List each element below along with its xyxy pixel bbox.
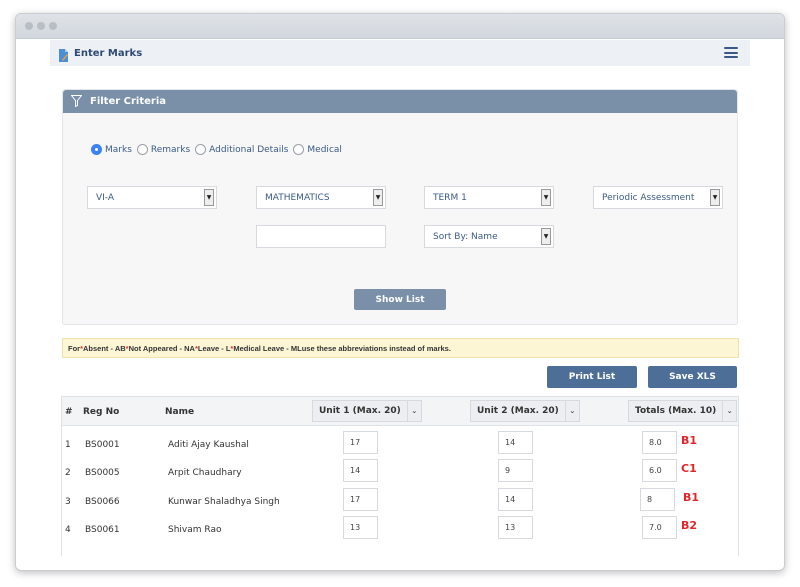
app-header: Enter Marks [50, 40, 750, 66]
total-input[interactable]: 7.0 [642, 516, 677, 539]
unit2-input[interactable]: 13 [498, 516, 533, 539]
chevron-down-icon: ▼ [541, 189, 551, 206]
totals-column-select[interactable]: Totals (Max. 10) ⌄ [628, 400, 738, 422]
term-select[interactable]: TERM 1 ▼ [424, 186, 554, 209]
chevron-down-icon: ▼ [541, 228, 551, 245]
window-close-button[interactable] [25, 22, 33, 30]
browser-window: Enter Marks Filter Criteria Marks Remark… [15, 13, 785, 571]
chevron-down-icon: ▼ [204, 189, 214, 206]
chevron-down-icon: ▼ [373, 189, 383, 206]
radio-additional-details[interactable]: Additional Details [195, 144, 288, 155]
unit1-input[interactable]: 17 [343, 488, 378, 511]
chevron-down-icon[interactable]: ⌄ [407, 400, 422, 422]
marks-table: # Reg No Name Unit 1 (Max. 20) ⌄ Unit 2 … [61, 396, 739, 556]
funnel-icon [70, 92, 83, 111]
filter-title: Filter Criteria [90, 96, 167, 107]
filter-criteria-panel: Filter Criteria Marks Remarks Additional… [62, 89, 738, 325]
header-name: Name [165, 407, 195, 417]
mode-radio-group: Marks Remarks Additional Details Medical [91, 144, 347, 155]
grade-badge: B1 [683, 491, 700, 504]
chevron-down-icon: ▼ [710, 189, 720, 206]
unit2-input[interactable]: 9 [498, 459, 533, 482]
page-title: Enter Marks [74, 47, 143, 59]
grade-badge: C1 [681, 462, 697, 475]
class-select[interactable]: VI-A ▼ [87, 186, 217, 209]
window-maximize-button[interactable] [49, 22, 57, 30]
table-row: 1 BS0001 Aditi Ajay Kaushal 17 14 8.0 B1 [62, 431, 738, 459]
header-num: # [65, 407, 73, 417]
grade-badge: B2 [681, 519, 698, 532]
filter-text-input[interactable] [256, 225, 386, 248]
unit2-input[interactable]: 14 [498, 488, 533, 511]
hamburger-menu-icon[interactable] [724, 47, 738, 58]
unit2-input[interactable]: 14 [498, 431, 533, 454]
sort-select[interactable]: Sort By: Name ▼ [424, 225, 554, 248]
table-header: # Reg No Name Unit 1 (Max. 20) ⌄ Unit 2 … [62, 396, 738, 426]
unit2-column-select[interactable]: Unit 2 (Max. 20) ⌄ [470, 400, 580, 422]
radio-medical[interactable]: Medical [293, 144, 342, 155]
subject-select[interactable]: MATHEMATICS ▼ [256, 186, 386, 209]
show-list-button[interactable]: Show List [354, 289, 446, 310]
total-input[interactable]: 8 [640, 488, 675, 511]
total-input[interactable]: 8.0 [642, 431, 677, 454]
total-input[interactable]: 6.0 [642, 459, 677, 482]
unit1-input[interactable]: 14 [343, 459, 378, 482]
radio-marks[interactable]: Marks [91, 144, 132, 155]
grade-badge: B1 [681, 434, 698, 447]
filter-header: Filter Criteria [63, 90, 737, 113]
abbreviation-notice: For * Absent - AB * Not Appeared - NA * Lea… [62, 338, 739, 358]
assessment-select[interactable]: Periodic Assessment ▼ [593, 186, 723, 209]
window-minimize-button[interactable] [37, 22, 45, 30]
print-list-button[interactable]: Print List [547, 366, 637, 388]
unit1-column-select[interactable]: Unit 1 (Max. 20) ⌄ [312, 400, 422, 422]
title-bar [16, 14, 784, 39]
table-row: 4 BS0061 Shivam Rao 13 13 7.0 B2 [62, 516, 738, 544]
chevron-down-icon[interactable]: ⌄ [565, 400, 580, 422]
header-reg-no: Reg No [83, 407, 120, 417]
unit1-input[interactable]: 13 [343, 516, 378, 539]
table-row: 2 BS0005 Arpit Chaudhary 14 9 6.0 C1 [62, 459, 738, 487]
document-edit-icon [58, 47, 69, 62]
chevron-down-icon[interactable]: ⌄ [723, 400, 738, 422]
radio-remarks[interactable]: Remarks [136, 144, 190, 155]
save-xls-button[interactable]: Save XLS [648, 366, 737, 388]
table-row: 3 BS0066 Kunwar Shaladhya Singh 17 14 8 … [62, 488, 738, 516]
unit1-input[interactable]: 17 [343, 431, 378, 454]
